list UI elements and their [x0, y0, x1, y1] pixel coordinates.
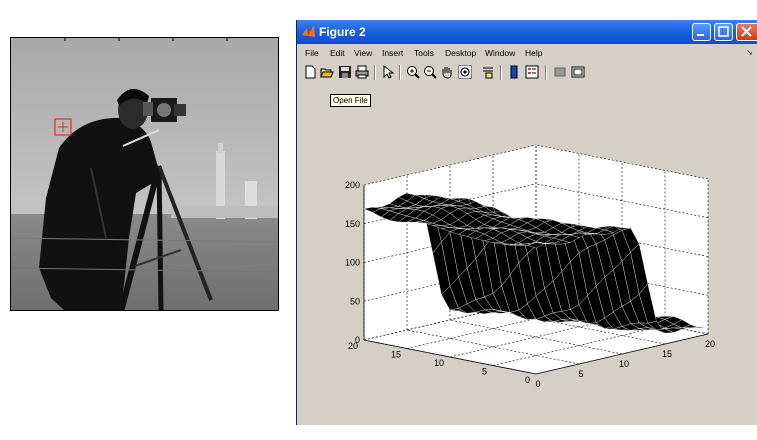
window-title: Figure 2: [319, 25, 366, 39]
z-tick-label: 200: [345, 180, 360, 190]
menu-desktop[interactable]: Desktop: [445, 48, 476, 58]
surface-plot[interactable]: 0501001502000510152005101520: [297, 84, 757, 425]
rotate-3d-icon[interactable]: [458, 65, 472, 79]
menu-bar: File Edit View Insert Tools Desktop Wind…: [297, 44, 757, 61]
title-bar[interactable]: Figure 2: [297, 20, 757, 44]
zoom-in-icon[interactable]: [406, 65, 420, 79]
maximize-button[interactable]: [714, 23, 733, 41]
z-tick-label: 100: [345, 258, 360, 268]
x-tick-label: 0: [535, 379, 540, 389]
menu-dock-arrow-icon[interactable]: ➘: [746, 48, 753, 57]
x-tick-label: 10: [619, 359, 629, 369]
print-icon[interactable]: [355, 65, 369, 79]
y-tick-label: 10: [434, 358, 444, 368]
menu-window[interactable]: Window: [485, 48, 515, 58]
x-tick-label: 20: [705, 339, 715, 349]
z-tick-label: 50: [350, 296, 360, 306]
image-axes: [10, 37, 279, 311]
menu-edit[interactable]: Edit: [330, 48, 345, 58]
colorbar-icon[interactable]: [507, 65, 521, 79]
hide-plot-tools-icon[interactable]: [553, 65, 567, 79]
menu-insert[interactable]: Insert: [382, 48, 403, 58]
plot-area[interactable]: 0 50 100 150 200 0 5 10 15 20 0 5 10 15 20: [297, 84, 757, 425]
cameraman-photo: [11, 38, 278, 310]
data-cursor-icon[interactable]: [481, 65, 495, 79]
y-tick-label: 20: [348, 341, 358, 351]
close-button[interactable]: [736, 23, 757, 41]
edit-plot-arrow-icon[interactable]: [381, 65, 395, 79]
matlab-logo-icon: [302, 25, 315, 37]
menu-file[interactable]: File: [305, 48, 319, 58]
new-figure-icon[interactable]: [303, 65, 317, 79]
menu-help[interactable]: Help: [525, 48, 542, 58]
figure-window: Figure 2 File Edit View Insert Tools Des…: [296, 20, 757, 425]
show-plot-tools-icon[interactable]: [571, 65, 585, 79]
zoom-out-icon[interactable]: [423, 65, 437, 79]
menu-view[interactable]: View: [354, 48, 372, 58]
tooltip-open-file: Open File: [330, 94, 371, 107]
x-tick-label: 15: [662, 349, 672, 359]
y-tick-label: 15: [391, 350, 401, 360]
pan-hand-icon[interactable]: [440, 65, 454, 79]
legend-icon[interactable]: [525, 65, 539, 79]
z-tick-label: 150: [345, 219, 360, 229]
save-icon[interactable]: [338, 65, 352, 79]
x-tick-label: 5: [578, 369, 583, 379]
menu-tools[interactable]: Tools: [414, 48, 434, 58]
y-tick-label: 0: [525, 375, 530, 385]
y-tick-label: 5: [482, 367, 487, 377]
figure-toolbar: [297, 62, 757, 85]
open-file-icon[interactable]: [320, 65, 334, 79]
minimize-button[interactable]: [692, 23, 711, 41]
